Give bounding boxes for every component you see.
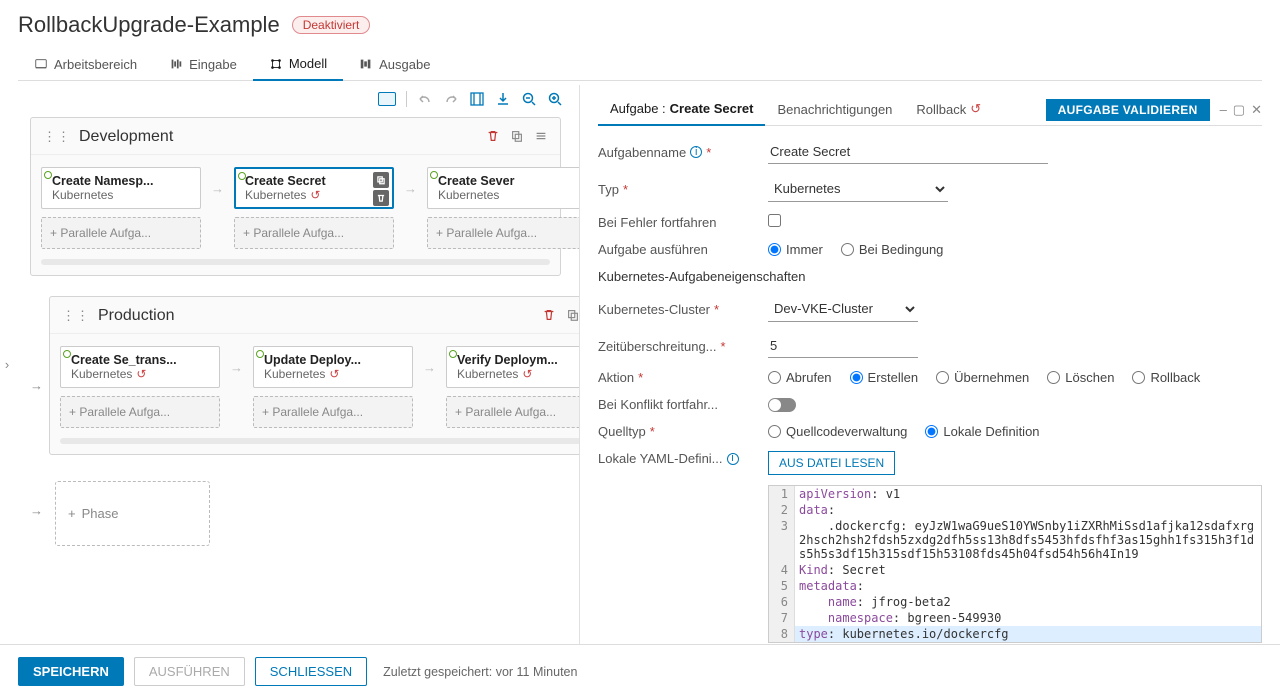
add-parallel-task[interactable]: + Parallele Aufga... (427, 217, 580, 249)
tab-input[interactable]: Eingabe (153, 50, 253, 80)
flow-arrow-icon: → (402, 167, 419, 209)
task-create-secret[interactable]: Create Secret Kubernetes↺ (234, 167, 394, 209)
stage-production: ⋮⋮ Production (49, 296, 580, 455)
stage-scrollbar[interactable] (41, 259, 550, 265)
status-badge: Deaktiviert (292, 16, 371, 34)
rollback-icon: ↺ (136, 367, 146, 381)
execute-always-radio[interactable]: Immer (768, 242, 823, 257)
input-icon (169, 57, 183, 71)
save-button[interactable]: SPEICHERN (18, 657, 124, 686)
task-name-input[interactable] (768, 140, 1048, 164)
output-icon (359, 57, 373, 71)
page-title: RollbackUpgrade-Example (18, 12, 280, 38)
status-ok-icon (449, 350, 457, 358)
flow-arrow-icon: → (30, 503, 43, 518)
drag-handle-icon[interactable]: ⋮⋮ (62, 308, 90, 324)
action-rollback-radio[interactable]: Rollback (1132, 370, 1200, 385)
zoom-out-button[interactable] (521, 91, 537, 107)
workspace-icon (34, 57, 48, 71)
sp-tab-rollback[interactable]: Rollback↺ (904, 95, 993, 125)
k8s-section-header: Kubernetes-Aufgabeneigenschaften (598, 269, 1262, 284)
status-ok-icon (44, 171, 52, 179)
task-update-deploy[interactable]: Update Deploy... Kubernetes↺ (253, 346, 413, 388)
maximize-panel-icon[interactable]: ▢ (1233, 102, 1245, 118)
task-verify-deploy[interactable]: Verify Deploym... Kubernetes↺ (446, 346, 580, 388)
rollback-icon: ↺ (310, 188, 320, 202)
rollback-icon: ↺ (970, 101, 981, 117)
action-delete-radio[interactable]: Löschen (1047, 370, 1114, 385)
stage-settings-icon[interactable] (534, 129, 548, 146)
undo-button[interactable] (417, 91, 433, 107)
status-ok-icon (63, 350, 71, 358)
task-create-server[interactable]: Create Sever Kubernetes (427, 167, 580, 209)
validate-task-button[interactable]: AUFGABE VALIDIEREN (1046, 99, 1210, 121)
expand-left-handle[interactable]: › (0, 85, 14, 644)
rollback-icon: ↺ (329, 367, 339, 381)
task-create-namespace[interactable]: Create Namesp... Kubernetes (41, 167, 201, 209)
zoom-full-button[interactable] (469, 91, 485, 107)
add-parallel-task[interactable]: + Parallele Aufga... (41, 217, 201, 249)
stage-development: ⋮⋮ Development Crea (30, 117, 561, 276)
info-icon[interactable]: i (727, 453, 739, 465)
srctype-local-radio[interactable]: Lokale Definition (925, 424, 1039, 439)
task-type-select[interactable]: Kubernetes (768, 176, 948, 202)
close-panel-icon[interactable]: ✕ (1251, 102, 1262, 118)
main-tabs: Arbeitsbereich Eingabe Modell Ausgabe (18, 50, 1262, 81)
drag-handle-icon[interactable]: ⋮⋮ (43, 129, 71, 145)
redo-button[interactable] (443, 91, 459, 107)
zoom-in-button[interactable] (547, 91, 563, 107)
copy-stage-icon[interactable] (510, 129, 524, 146)
continue-on-error-checkbox[interactable] (768, 214, 781, 227)
read-from-file-button[interactable]: AUS DATEI LESEN (768, 451, 895, 475)
status-ok-icon (256, 350, 264, 358)
delete-task-icon[interactable] (373, 190, 389, 206)
model-icon (269, 57, 283, 71)
flow-arrow-icon: → (421, 346, 438, 388)
run-button: AUSFÜHREN (134, 657, 245, 686)
minimize-panel-icon[interactable]: – (1220, 102, 1227, 118)
copy-stage-icon[interactable] (566, 308, 580, 325)
flow-arrow-icon: → (209, 167, 226, 209)
stage-title: Development (79, 128, 173, 146)
add-parallel-task[interactable]: + Parallele Aufga... (253, 396, 413, 428)
execute-condition-radio[interactable]: Bei Bedingung (841, 242, 944, 257)
add-parallel-task[interactable]: + Parallele Aufga... (234, 217, 394, 249)
delete-stage-icon[interactable] (486, 129, 500, 146)
add-parallel-task[interactable]: + Parallele Aufga... (446, 396, 580, 428)
tab-output[interactable]: Ausgabe (343, 50, 446, 80)
close-button[interactable]: SCHLIESSEN (255, 657, 367, 686)
rollback-icon: ↺ (522, 367, 532, 381)
cluster-select[interactable]: Dev-VKE-Cluster (768, 296, 918, 322)
info-icon[interactable]: i (690, 146, 702, 158)
stage-scrollbar[interactable] (60, 438, 580, 444)
status-ok-icon (430, 171, 438, 179)
stage-title: Production (98, 307, 175, 325)
copy-task-icon[interactable] (373, 172, 389, 188)
sp-tab-task[interactable]: Aufgabe :Create Secret (598, 95, 765, 126)
flow-arrow-icon: → (30, 378, 43, 393)
timeout-input[interactable] (768, 334, 918, 358)
fit-view-button[interactable] (378, 92, 396, 106)
status-ok-icon (238, 172, 246, 180)
yaml-editor[interactable]: 1apiVersion: v1 2data: 3 .dockercfg: eyJ… (768, 485, 1262, 643)
action-apply-radio[interactable]: Übernehmen (936, 370, 1029, 385)
download-button[interactable] (495, 91, 511, 107)
task-create-se-trans[interactable]: Create Se_trans... Kubernetes↺ (60, 346, 220, 388)
action-fetch-radio[interactable]: Abrufen (768, 370, 832, 385)
action-create-radio[interactable]: Erstellen (850, 370, 919, 385)
delete-stage-icon[interactable] (542, 308, 556, 325)
srctype-scm-radio[interactable]: Quellcodeverwaltung (768, 424, 907, 439)
tab-workspace[interactable]: Arbeitsbereich (18, 50, 153, 80)
add-phase-button[interactable]: + Phase (55, 481, 210, 546)
sp-tab-notifications[interactable]: Benachrichtigungen (765, 96, 904, 125)
add-parallel-task[interactable]: + Parallele Aufga... (60, 396, 220, 428)
tab-model[interactable]: Modell (253, 50, 343, 81)
continue-on-conflict-toggle[interactable] (768, 398, 796, 412)
last-saved-text: Zuletzt gespeichert: vor 11 Minuten (383, 665, 577, 679)
flow-arrow-icon: → (228, 346, 245, 388)
